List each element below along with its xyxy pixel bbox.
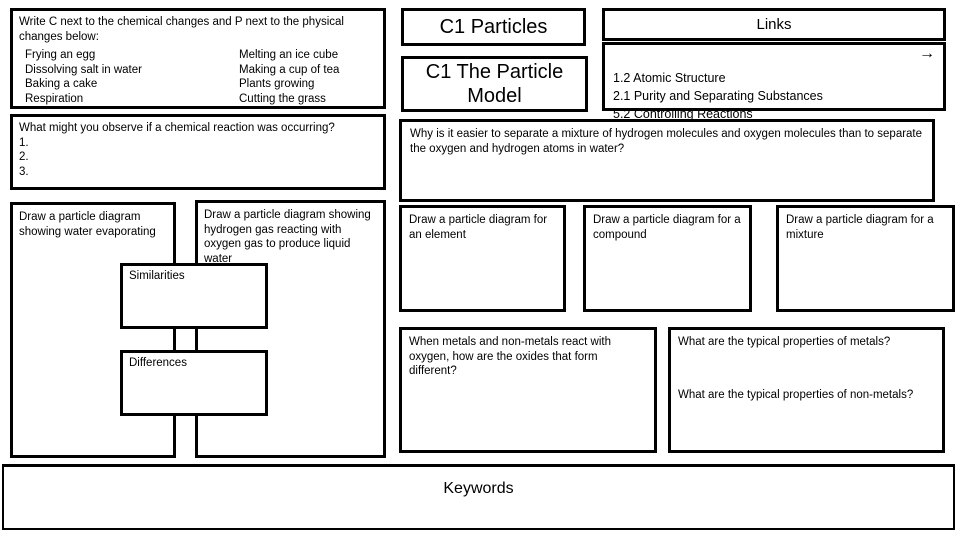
- keywords-box: Keywords: [2, 464, 955, 530]
- title-main-label: C1 Particles: [439, 16, 548, 38]
- title-c1-particles: C1 Particles: [401, 8, 586, 46]
- differences-label: Differences: [129, 357, 187, 369]
- chemical-physical-changes-box: Write C next to the chemical changes and…: [10, 8, 386, 109]
- change-item: Plants growing: [239, 78, 315, 90]
- diagram-box-element: Draw a particle diagram for an element: [399, 205, 566, 312]
- separation-question-text: Why is it easier to separate a mixture o…: [410, 128, 923, 155]
- properties-questions-box: What are the typical properties of metal…: [668, 327, 945, 453]
- oxides-question-box: When metals and non-metals react with ox…: [399, 327, 657, 453]
- links-list: 1.2 Atomic Structure 2.1 Purity and Sepa…: [613, 69, 823, 123]
- knowledge-organiser-page: Write C next to the chemical changes and…: [0, 0, 960, 540]
- diagram-box-compound: Draw a particle diagram for a compound: [583, 205, 752, 312]
- changes-instruction: Write C next to the chemical changes and…: [19, 16, 344, 43]
- links-body-box: → 1.2 Atomic Structure 2.1 Purity and Se…: [602, 42, 946, 121]
- panel-right-prompt: Draw a particle diagram showing hydrogen…: [204, 209, 371, 265]
- metals-properties-question: What are the typical properties of metal…: [678, 336, 891, 348]
- link-item[interactable]: 1.2 Atomic Structure: [613, 69, 823, 87]
- change-item: Making a cup of tea: [239, 63, 340, 76]
- panel-left-prompt: Draw a particle diagram showing water ev…: [19, 211, 156, 238]
- similarities-label: Similarities: [129, 270, 185, 282]
- changes-column-left: Frying an egg Dissolving salt in water B…: [25, 48, 142, 106]
- diagram-box-mixture: Draw a particle diagram for a mixture: [776, 205, 955, 312]
- title-sub-label: C1 The Particle Model: [425, 61, 564, 107]
- change-item: Frying an egg: [25, 49, 96, 61]
- links-header-box: Links: [602, 8, 946, 41]
- diagram-prompt: Draw a particle diagram for an element: [409, 214, 548, 241]
- observe-line: 3.: [19, 165, 29, 178]
- similarities-box: Similarities: [120, 263, 268, 329]
- right-arrow-icon: →: [919, 45, 935, 62]
- observe-reaction-box: What might you observe if a chemical rea…: [10, 114, 386, 190]
- link-item[interactable]: 2.1 Purity and Separating Substances: [613, 87, 823, 105]
- panel-water-evaporating: Draw a particle diagram showing water ev…: [10, 202, 176, 458]
- observe-line: 1.: [19, 136, 29, 149]
- keywords-label: Keywords: [443, 480, 514, 497]
- oxides-question-text: When metals and non-metals react with ox…: [409, 336, 611, 377]
- links-heading-label: Links: [756, 15, 792, 33]
- change-item: Baking a cake: [25, 78, 98, 90]
- change-item: Respiration: [25, 92, 84, 105]
- changes-column-right: Melting an ice cube Making a cup of tea …: [239, 48, 339, 106]
- observe-line: 2.: [19, 151, 29, 163]
- change-item: Cutting the grass: [239, 92, 326, 105]
- differences-box: Differences: [120, 350, 268, 416]
- diagram-prompt: Draw a particle diagram for a compound: [593, 214, 741, 241]
- change-item: Dissolving salt in water: [25, 63, 142, 76]
- title-particle-model: C1 The Particle Model: [401, 56, 588, 112]
- change-item: Melting an ice cube: [239, 49, 339, 61]
- observe-question: What might you observe if a chemical rea…: [19, 122, 335, 134]
- panel-hydrogen-oxygen-reaction: Draw a particle diagram showing hydrogen…: [195, 200, 386, 458]
- diagram-prompt: Draw a particle diagram for a mixture: [786, 214, 934, 241]
- separation-question-box: Why is it easier to separate a mixture o…: [399, 119, 935, 202]
- non-metals-properties-question: What are the typical properties of non-m…: [678, 388, 914, 401]
